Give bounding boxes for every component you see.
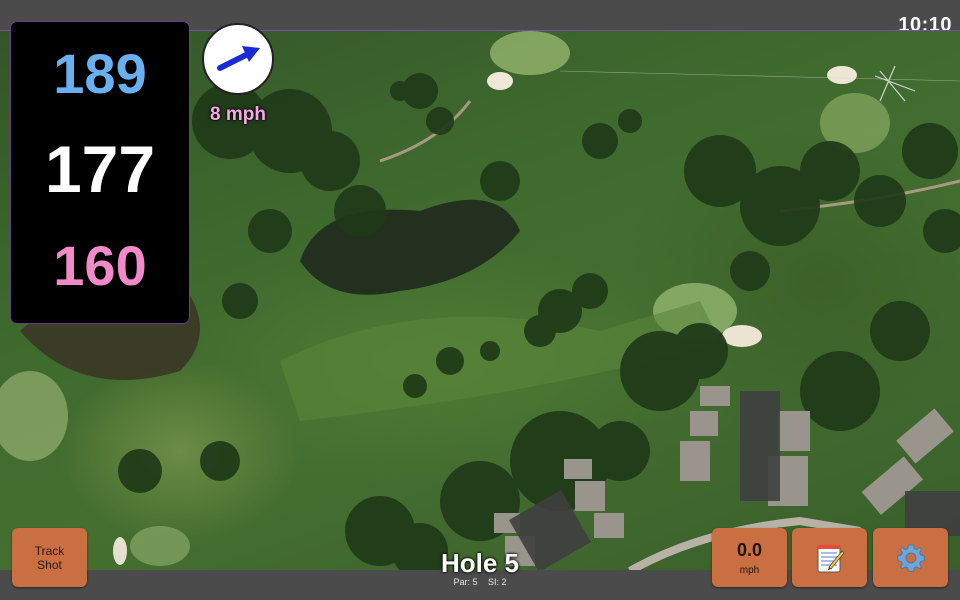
notes-button[interactable] — [792, 528, 867, 587]
notepad-icon — [817, 544, 844, 572]
wind-speed-label: 8 mph — [210, 104, 266, 125]
center-yardage: 177 — [44, 132, 156, 206]
track-shot-button[interactable]: Track Shot — [12, 528, 87, 587]
yardage-panel: 189 177 160 — [11, 22, 189, 323]
wind-speed-button[interactable]: 0.0 mph — [712, 528, 787, 587]
hole-title: Hole 5 — [440, 548, 520, 578]
wind-value: 0.0 — [736, 539, 763, 560]
back-yardage: 189 — [53, 42, 147, 105]
wind-direction-dial — [202, 23, 274, 95]
settings-button[interactable] — [873, 528, 948, 587]
wind-arrow-icon — [217, 46, 260, 71]
wind-unit: mph — [739, 564, 760, 576]
hole-par: Par: 5 — [453, 577, 478, 587]
front-yardage: 160 — [53, 234, 147, 297]
track-shot-label-line1: Track — [34, 543, 65, 558]
gear-icon — [896, 544, 925, 572]
track-shot-label-line2: Shot — [37, 557, 62, 572]
hole-stroke-index: SI: 2 — [488, 577, 507, 587]
hole-details: Par: 5 SI: 2 — [380, 577, 580, 587]
